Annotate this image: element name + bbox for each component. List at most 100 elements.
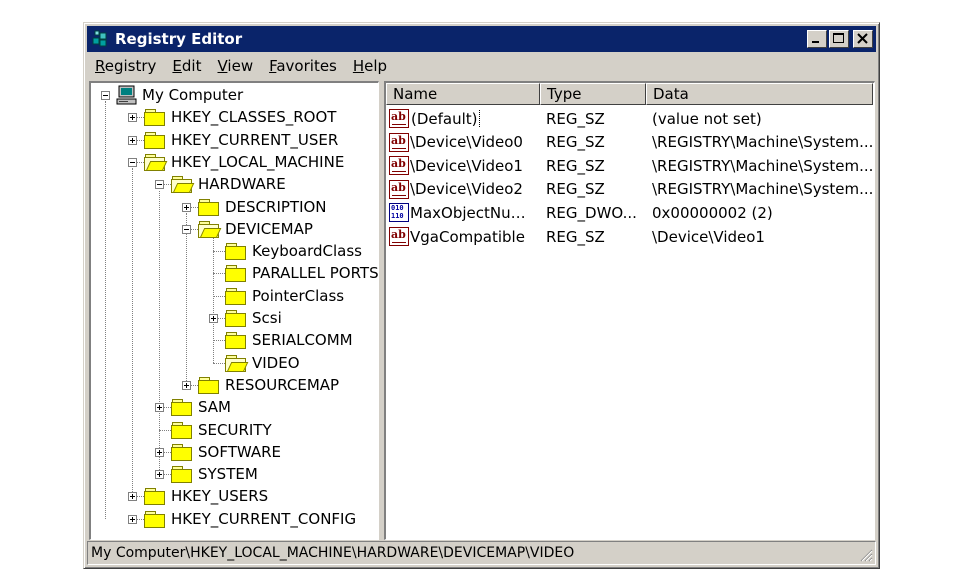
expand-toggle[interactable] — [182, 380, 191, 390]
folder-icon — [144, 488, 166, 506]
tree-item-label: DEVICEMAP — [225, 219, 313, 238]
tree-item-label: SAM — [198, 398, 232, 417]
tree-item-label: SERIALCOMM — [252, 331, 353, 350]
status-path: My Computer\HKEY_LOCAL_MACHINE\HARDWARE\… — [91, 545, 575, 561]
tree-item-description[interactable]: DESCRIPTION — [91, 197, 376, 217]
tree-item-sam[interactable]: SAM — [91, 397, 376, 417]
folder-open-icon — [198, 220, 222, 238]
tree-item-resourcemap[interactable]: RESOURCEMAP — [91, 375, 376, 395]
title-bar[interactable]: Registry Editor — [87, 26, 876, 52]
value-data: \REGISTRY\Machine\System... — [652, 133, 874, 152]
folder-icon — [198, 198, 220, 216]
tree-item-my-computer[interactable]: My Computer — [91, 85, 371, 105]
tree-item-hkey-current-config[interactable]: HKEY_CURRENT_CONFIG — [91, 509, 376, 529]
menu-registry[interactable]: Registry — [87, 57, 164, 75]
value-name: \Device\Video2 — [410, 180, 540, 198]
value-type: REG_SZ — [546, 180, 605, 199]
tree-item-serialcomm[interactable]: SERIALCOMM — [91, 330, 376, 350]
value-row[interactable]: ab \Device\Video2 REG_SZ \REGISTRY\Machine\… — [386, 178, 874, 201]
tree-item-label: HKEY_LOCAL_MACHINE — [171, 152, 345, 171]
value-row[interactable]: ab \Device\Video1 REG_SZ \REGISTRY\Machine\… — [386, 154, 874, 177]
value-data: 0x00000002 (2) — [652, 203, 773, 222]
tree-item-pointerclass[interactable]: PointerClass — [91, 286, 376, 306]
menu-favorites[interactable]: Favorites — [261, 57, 345, 75]
tree-item-scsi[interactable]: Scsi — [91, 308, 376, 328]
value-row[interactable]: ab (Default) REG_SZ (value not set) — [386, 107, 874, 130]
close-button[interactable] — [853, 30, 873, 48]
menu-label-rest: elp — [364, 57, 388, 75]
tree-item-devicemap[interactable]: DEVICEMAP — [91, 219, 376, 239]
folder-icon — [198, 376, 220, 394]
tree-item-parallel-ports[interactable]: PARALLEL PORTS — [91, 263, 379, 283]
menu-view[interactable]: View — [209, 57, 261, 75]
tree-item-label: RESOURCEMAP — [225, 375, 340, 394]
value-name-text: (Default) — [410, 109, 480, 128]
minimize-button[interactable] — [807, 30, 827, 48]
tree-item-hkey-users[interactable]: HKEY_USERS — [91, 486, 376, 506]
value-type: REG_SZ — [546, 227, 605, 246]
collapse-toggle[interactable] — [155, 180, 164, 190]
menu-accelerator: H — [352, 57, 365, 75]
column-header-data[interactable]: Data — [646, 83, 873, 105]
tree-item-hkey-local-machine[interactable]: HKEY_LOCAL_MACHINE — [91, 152, 376, 172]
registry-tree[interactable]: My Computer HKEY_CLASSES_ROOT HKEY_CURRENT… — [89, 81, 379, 540]
collapse-toggle[interactable] — [182, 224, 191, 234]
expand-toggle[interactable] — [182, 202, 191, 212]
values-list[interactable]: Name Type Data ab (Default) REG_SZ (value n… — [384, 81, 875, 540]
tree-item-label: My Computer — [142, 86, 244, 104]
value-row[interactable]: 010 110 MaxObjectNumber REG_DWO... 0x0000000… — [386, 201, 874, 224]
collapse-toggle[interactable] — [128, 157, 137, 167]
menu-label-rest: iew — [227, 57, 254, 75]
value-name-text: MaxObjectNumber — [410, 203, 540, 222]
expand-toggle[interactable] — [155, 470, 164, 480]
tree-item-label: KeyboardClass — [252, 242, 362, 261]
column-header-type[interactable]: Type — [540, 83, 646, 105]
menu-label-rest: dit — [181, 57, 202, 75]
list-header: Name Type Data — [386, 83, 873, 105]
tree-item-hardware[interactable]: HARDWARE — [91, 174, 376, 194]
value-data: (value not set) — [652, 109, 762, 128]
tree-item-security[interactable]: SECURITY — [91, 420, 376, 440]
registry-editor-window: Registry Editor Registry Edit View Favorite… — [83, 22, 880, 569]
tree-item-label: HKEY_CLASSES_ROOT — [171, 108, 337, 127]
menu-bar: Registry Edit View Favorites Help — [87, 54, 876, 78]
value-name: \Device\Video0 — [410, 133, 540, 151]
expand-toggle[interactable] — [155, 447, 164, 457]
tree-item-system[interactable]: SYSTEM — [91, 464, 376, 484]
menu-label-rest: avorites — [276, 57, 337, 75]
resize-grip-icon[interactable] — [859, 548, 873, 562]
maximize-button[interactable] — [829, 30, 849, 48]
expand-toggle[interactable] — [128, 135, 137, 145]
value-type: REG_DWO... — [546, 203, 637, 222]
menu-accelerator: R — [95, 57, 105, 75]
tree-item-video[interactable]: VIDEO — [91, 353, 376, 373]
column-header-name[interactable]: Name — [386, 83, 540, 105]
tree-item-keyboardclass[interactable]: KeyboardClass — [91, 241, 376, 261]
expand-toggle[interactable] — [128, 492, 137, 502]
tree-item-label: HKEY_CURRENT_CONFIG — [171, 509, 357, 528]
tree-item-label: VIDEO — [252, 353, 300, 372]
value-name: VgaCompatible — [410, 228, 540, 246]
expand-toggle[interactable] — [209, 314, 218, 323]
collapse-toggle[interactable] — [101, 91, 110, 100]
expand-toggle[interactable] — [128, 113, 137, 123]
menu-help[interactable]: Help — [345, 57, 395, 75]
expand-toggle[interactable] — [128, 514, 137, 524]
tree-item-label: PARALLEL PORTS — [252, 264, 379, 283]
value-row[interactable]: ab \Device\Video0 REG_SZ \REGISTRY\Machine\… — [386, 131, 874, 154]
menu-edit[interactable]: Edit — [164, 57, 209, 75]
value-data: \REGISTRY\Machine\System... — [652, 180, 874, 199]
tree-item-label: PointerClass — [252, 286, 345, 305]
tree-item-software[interactable]: SOFTWARE — [91, 442, 376, 462]
folder-icon — [171, 421, 193, 439]
window-title: Registry Editor — [115, 30, 243, 48]
tree-item-hkey-classes-root[interactable]: HKEY_CLASSES_ROOT — [91, 107, 376, 127]
value-type: REG_SZ — [546, 133, 605, 152]
expand-toggle[interactable] — [155, 403, 164, 413]
string-value-icon: ab — [389, 156, 409, 176]
value-row[interactable]: ab VgaCompatible REG_SZ \Device\Video1 — [386, 225, 874, 248]
folder-icon — [225, 287, 247, 305]
tree-item-label: SYSTEM — [198, 465, 258, 484]
string-value-icon: ab — [389, 132, 409, 152]
tree-item-hkey-current-user[interactable]: HKEY_CURRENT_USER — [91, 130, 376, 150]
